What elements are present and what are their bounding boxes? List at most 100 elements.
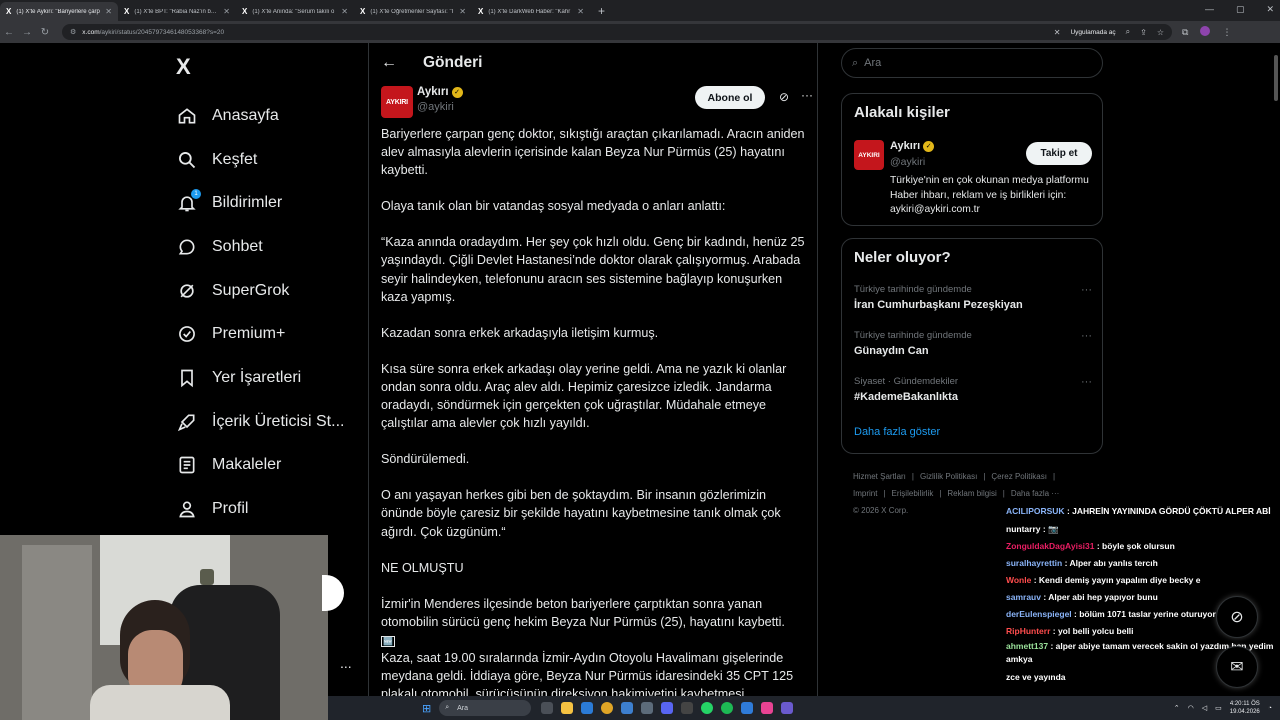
- discord-icon[interactable]: [661, 702, 674, 714]
- minimize-icon[interactable]: —: [1205, 4, 1214, 15]
- subscribe-button[interactable]: Abone ol: [695, 86, 765, 109]
- close-tab-icon[interactable]: ✕: [341, 7, 348, 16]
- url-field[interactable]: ⚙ x.com/aykiri/status/204579734614805336…: [62, 24, 1172, 40]
- volume-icon[interactable]: ◁: [1202, 704, 1207, 712]
- close-window-icon[interactable]: ✕: [1266, 4, 1274, 15]
- share-icon[interactable]: ⇪: [1140, 28, 1147, 37]
- footer-link[interactable]: Çerez Politikası: [991, 472, 1047, 481]
- nav-item-bookmark[interactable]: Yer İşaretleri: [176, 356, 344, 400]
- browser-menu-icon[interactable]: ⋮: [1222, 27, 1231, 38]
- browser-tab[interactable]: X (1) X'te Öğretmenler Sayfası: "I ✕: [354, 2, 472, 21]
- account-switcher-button[interactable]: [322, 575, 344, 611]
- related-avatar[interactable]: AYKIRI: [854, 140, 884, 170]
- author-name[interactable]: Aykırı: [417, 86, 449, 98]
- footer-link[interactable]: Hizmet Şartları: [853, 472, 906, 481]
- chrome-icon[interactable]: [601, 702, 614, 714]
- reload-icon[interactable]: ↻: [36, 27, 54, 38]
- close-tab-icon[interactable]: ✕: [105, 7, 112, 16]
- new-tab-button[interactable]: +: [590, 4, 613, 21]
- nav-item-article[interactable]: Makaleler: [176, 444, 344, 488]
- footer-link[interactable]: Gizlilik Politikası: [920, 472, 977, 481]
- follow-button[interactable]: Takip et: [1026, 142, 1092, 165]
- nav-item-premium[interactable]: Premium+: [176, 312, 344, 356]
- related-people-card: Alakalı kişiler AYKIRI Aykırı ✓ @aykiri …: [841, 93, 1103, 226]
- tray-chevron-icon[interactable]: ⌃: [1174, 704, 1180, 712]
- related-name-row[interactable]: Aykırı ✓: [890, 140, 935, 152]
- grok-icon[interactable]: ⊘: [779, 90, 789, 104]
- url-domain: x.com: [82, 28, 100, 36]
- app-icon[interactable]: [761, 702, 774, 714]
- related-name[interactable]: Aykırı: [890, 140, 920, 152]
- taskbar-search[interactable]: ⌕ Ara: [439, 700, 532, 716]
- app-icon[interactable]: [681, 702, 694, 714]
- close-tab-icon[interactable]: ✕: [223, 7, 230, 16]
- taskbar-apps: [541, 702, 794, 714]
- app-icon[interactable]: [741, 702, 754, 714]
- spotify-icon[interactable]: [721, 702, 734, 714]
- trend-more-icon[interactable]: ···: [1081, 330, 1092, 342]
- show-more-link[interactable]: Daha fazla göster: [854, 426, 940, 438]
- browser-tab[interactable]: X (1) X'te Aykırı: "Bariyerlere çarp ✕: [0, 2, 118, 21]
- open-in-app-label[interactable]: Uygulamada aç: [1070, 29, 1115, 36]
- author-avatar[interactable]: AYKIRI: [381, 86, 413, 118]
- nav-item-label: Yer İşaretleri: [212, 368, 302, 386]
- windows-start-icon[interactable]: ⊞: [422, 702, 431, 715]
- footer-link[interactable]: Reklam bilgisi: [947, 489, 996, 498]
- nav-item-search[interactable]: Keşfet: [176, 138, 344, 182]
- browser-tab[interactable]: X (1) X'te DarkWeb Haber: "Kahr ✕: [472, 2, 590, 21]
- search-icon: [176, 149, 198, 171]
- file-explorer-icon[interactable]: [561, 702, 574, 714]
- edge-icon[interactable]: [581, 702, 594, 714]
- grok-floating-button[interactable]: ⊘: [1216, 596, 1258, 638]
- extensions-icon[interactable]: ⧉: [1182, 27, 1188, 38]
- bookmark-star-icon[interactable]: ☆: [1157, 28, 1164, 37]
- close-tab-icon[interactable]: ✕: [459, 7, 466, 16]
- app-icon[interactable]: [621, 702, 634, 714]
- related-handle[interactable]: @aykiri: [890, 156, 925, 168]
- profile-avatar[interactable]: [1200, 26, 1211, 38]
- notifications-icon[interactable]: ◔: [1268, 705, 1272, 712]
- browser-tab[interactable]: X (1) X'te Anında: "Serum takılı o ✕: [236, 2, 354, 21]
- author-handle[interactable]: @aykiri: [417, 101, 454, 113]
- chat-message: suralhayrettin : Alper abı yanlıs tercıh: [1006, 555, 1280, 572]
- search-input[interactable]: ⌕ Ara: [841, 48, 1103, 78]
- site-info-icon[interactable]: ⚙: [70, 28, 76, 36]
- x-logo[interactable]: X: [176, 54, 191, 80]
- nav-item-profile[interactable]: Profil: [176, 487, 344, 531]
- more-menu-icon[interactable]: ...: [340, 655, 352, 671]
- app-icon[interactable]: [781, 702, 794, 714]
- trend-item[interactable]: Siyaset · Gündemdekiler #KademeBakanlıkta…: [854, 376, 1092, 403]
- open-in-app-icon[interactable]: ✕: [1054, 28, 1061, 37]
- footer-link[interactable]: Daha fazla ···: [1011, 489, 1059, 498]
- nav-item-label: Keşfet: [212, 150, 258, 168]
- nav-item-chat[interactable]: Sohbet: [176, 225, 344, 269]
- back-arrow-icon[interactable]: ←: [381, 54, 401, 72]
- wifi-icon[interactable]: ◠: [1188, 704, 1194, 712]
- maximize-icon[interactable]: ▢: [1236, 4, 1245, 15]
- zoom-icon[interactable]: ⌕: [1126, 27, 1130, 37]
- task-view-icon[interactable]: [541, 702, 554, 714]
- nav-item-bell[interactable]: 1 Bildirimler: [176, 181, 344, 225]
- nav-item-grok[interactable]: SuperGrok: [176, 269, 344, 313]
- forward-icon[interactable]: →: [18, 27, 36, 38]
- footer-link[interactable]: Erişilebilirlik: [892, 489, 934, 498]
- back-icon[interactable]: ←: [0, 27, 18, 38]
- window-controls: — ▢ ✕: [1205, 4, 1274, 15]
- trend-more-icon[interactable]: ···: [1081, 376, 1092, 388]
- author-name-row[interactable]: Aykırı ✓: [417, 86, 463, 98]
- footer-link[interactable]: Imprint: [853, 489, 877, 498]
- nav-item-home[interactable]: Anasayfa: [176, 94, 344, 138]
- browser-tab[interactable]: X (1) X'te BPT: "Rabia Naz'ın babı ✕: [118, 2, 236, 21]
- scrollbar-thumb[interactable]: [1274, 55, 1278, 101]
- trend-item[interactable]: Türkiye tarihinde gündemde İran Cumhurbaş…: [854, 284, 1092, 311]
- close-tab-icon[interactable]: ✕: [577, 7, 584, 16]
- app-icon[interactable]: [641, 702, 654, 714]
- nav-item-rocket[interactable]: İçerik Üreticisi St...: [176, 400, 344, 444]
- clock[interactable]: 4:20:11 ÖS 19.04.2026: [1230, 700, 1260, 716]
- battery-icon[interactable]: ▭: [1215, 704, 1222, 712]
- trend-item[interactable]: Türkiye tarihinde gündemde Günaydın Can ··…: [854, 330, 1092, 357]
- messages-floating-button[interactable]: ✉: [1216, 646, 1258, 688]
- whatsapp-icon[interactable]: [701, 702, 714, 714]
- more-options-icon[interactable]: ···: [801, 88, 813, 102]
- trend-more-icon[interactable]: ···: [1081, 284, 1092, 296]
